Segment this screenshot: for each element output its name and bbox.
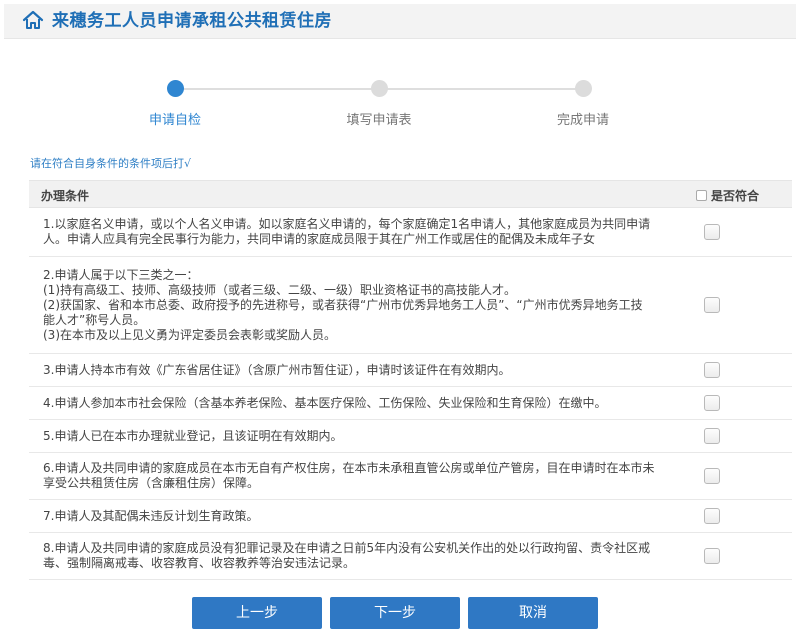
condition-line: 5.申请人已在本市办理就业登记，且该证明在有效期内。 xyxy=(43,429,343,443)
step-2-label: 填写申请表 xyxy=(346,113,412,128)
condition-line: 能人才”称号人员。 xyxy=(43,313,146,327)
condition-text: 2.申请人属于以下三类之一： (1)持有高级工、技师、高级技师（或者三级、二级、一… xyxy=(43,268,682,343)
condition-text: 5.申请人已在本市办理就业登记，且该证明在有效期内。 xyxy=(43,429,682,444)
condition-text: 4.申请人参加本市社会保险（含基本养老保险、基本医疗保险、工伤保险、失业保险和生… xyxy=(43,396,682,411)
table-row: 7.申请人及其配偶未违反计划生育政策。 xyxy=(29,500,792,533)
step-3-label: 完成申请 xyxy=(556,113,609,128)
step-1-label: 申请自检 xyxy=(148,113,201,128)
next-button[interactable]: 下一步 xyxy=(330,597,460,629)
condition-line: 7.申请人及其配偶未违反计划生育政策。 xyxy=(43,509,259,523)
condition-line: 2.申请人属于以下三类之一： xyxy=(43,268,199,282)
match-checkbox[interactable] xyxy=(704,548,720,564)
step-1-dot xyxy=(167,80,184,97)
condition-line: 8.申请人及共同申请的家庭成员没有犯罪记录及在申请之日前5年内没有公安机关作出的… xyxy=(43,541,651,555)
table-row: 4.申请人参加本市社会保险（含基本养老保险、基本医疗保险、工伤保险、失业保险和生… xyxy=(29,387,792,420)
match-checkbox[interactable] xyxy=(704,468,720,484)
cancel-button[interactable]: 取消 xyxy=(468,597,598,629)
match-checkbox[interactable] xyxy=(704,362,720,378)
progress-steps: 申请自检 填写申请表 完成申请 xyxy=(0,78,800,138)
action-buttons: 上一步 下一步 取消 xyxy=(0,597,800,629)
condition-text: 6.申请人及共同申请的家庭成员在本市无自有产权住房，在本市未承租直管公房或单位产… xyxy=(43,461,682,491)
condition-text: 3.申请人持本市有效《广东省居住证》（含原广州市暂住证），申请时该证件在有效期内… xyxy=(43,363,682,378)
page-title: 来穗务工人员申请承租公共租赁住房 xyxy=(52,11,332,31)
condition-line: 4.申请人参加本市社会保险（含基本养老保险、基本医疗保险、工伤保险、失业保险和生… xyxy=(43,396,607,410)
match-checkbox[interactable] xyxy=(704,395,720,411)
column-header-match: 是否符合 xyxy=(696,187,759,204)
condition-text: 1.以家庭名义申请，或以个人名义申请。如以家庭名义申请的，每个家庭确定1名申请人… xyxy=(43,217,682,247)
table-row: 1.以家庭名义申请，或以个人名义申请。如以家庭名义申请的，每个家庭确定1名申请人… xyxy=(29,208,792,257)
table-row: 8.申请人及共同申请的家庭成员没有犯罪记录及在申请之日前5年内没有公安机关作出的… xyxy=(29,533,792,580)
match-checkbox[interactable] xyxy=(704,428,720,444)
condition-line: 人。申请人应具有完全民事行为能力，共同申请的家庭成员限于其在广州工作或居住的配偶… xyxy=(43,232,596,246)
page-header: 来穗务工人员申请承租公共租赁住房 xyxy=(4,4,796,39)
column-header-match-label: 是否符合 xyxy=(711,189,760,203)
table-row: 5.申请人已在本市办理就业登记，且该证明在有效期内。 xyxy=(29,420,792,453)
condition-line: (1)持有高级工、技师、高级技师（或者三级、二级、一级）职业资格证书的高技能人才… xyxy=(43,283,517,297)
table-row: 2.申请人属于以下三类之一： (1)持有高级工、技师、高级技师（或者三级、二级、一… xyxy=(29,257,792,354)
condition-line: 6.申请人及共同申请的家庭成员在本市无自有产权住房，在本市未承租直管公房或单位产… xyxy=(43,461,655,475)
table-header: 办理条件 是否符合 xyxy=(29,181,792,208)
condition-line: 享受公共租赁住房（含廉租住房）保障。 xyxy=(43,476,260,490)
match-checkbox[interactable] xyxy=(704,297,720,313)
select-all-checkbox[interactable] xyxy=(696,190,707,201)
condition-line: (2)获国家、省和本市总委、政府授予的先进称号，或者获得“广州市优秀异地务工人员… xyxy=(43,298,643,312)
match-checkbox[interactable] xyxy=(704,224,720,240)
column-header-condition: 办理条件 xyxy=(41,189,90,203)
condition-line: 1.以家庭名义申请，或以个人名义申请。如以家庭名义申请的，每个家庭确定1名申请人… xyxy=(43,217,651,231)
step-connector xyxy=(380,88,585,90)
condition-text: 8.申请人及共同申请的家庭成员没有犯罪记录及在申请之日前5年内没有公安机关作出的… xyxy=(43,541,682,571)
table-row: 3.申请人持本市有效《广东省居住证》（含原广州市暂住证），申请时该证件在有效期内… xyxy=(29,354,792,387)
match-checkbox[interactable] xyxy=(704,508,720,524)
step-connector xyxy=(175,88,380,90)
condition-line: (3)在本市及以上见义勇为评定委员会表彰或奖励人员。 xyxy=(43,328,337,342)
condition-text: 7.申请人及其配偶未违反计划生育政策。 xyxy=(43,509,682,524)
step-2-dot xyxy=(371,80,388,97)
condition-line: 毒、强制隔离戒毒、收容教育、收容教养等治安违法记录。 xyxy=(43,556,356,570)
home-icon xyxy=(22,10,44,29)
condition-line: 3.申请人持本市有效《广东省居住证》（含原广州市暂住证），申请时该证件在有效期内… xyxy=(43,363,511,377)
step-3-dot xyxy=(575,80,592,97)
instruction-hint: 请在符合自身条件的条件项后打√ xyxy=(30,157,192,170)
table-body: 1.以家庭名义申请，或以个人名义申请。如以家庭名义申请的，每个家庭确定1名申请人… xyxy=(29,208,792,580)
table-row: 6.申请人及共同申请的家庭成员在本市无自有产权住房，在本市未承租直管公房或单位产… xyxy=(29,453,792,500)
conditions-table: 办理条件 是否符合 1.以家庭名义申请，或以个人名义申请。如以家庭名义申请的，每… xyxy=(29,180,792,580)
prev-button[interactable]: 上一步 xyxy=(192,597,322,629)
